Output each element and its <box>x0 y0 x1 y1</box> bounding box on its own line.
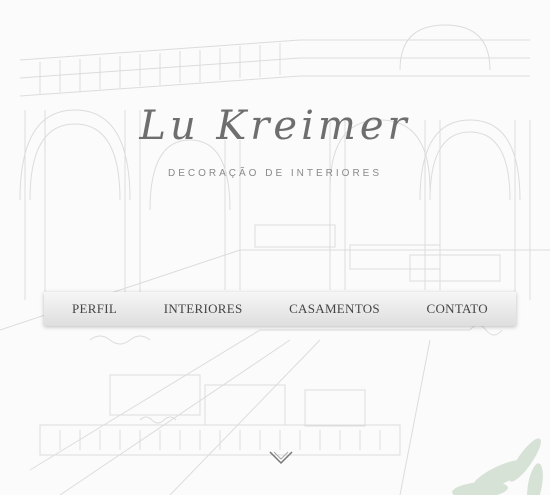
brand-logo[interactable]: Lu Kreimer DECORAÇÃO DE INTERIORES <box>0 100 550 179</box>
brand-tagline: DECORAÇÃO DE INTERIORES <box>167 168 383 179</box>
nav-item-perfil[interactable]: PERFIL <box>72 301 117 317</box>
nav-item-contato[interactable]: CONTATO <box>426 301 488 317</box>
plant-leaves-decoration <box>452 438 543 495</box>
main-navigation: PERFIL INTERIORES CASAMENTOS CONTATO <box>44 292 516 326</box>
nav-item-casamentos[interactable]: CASAMENTOS <box>289 301 380 317</box>
nav-item-interiores[interactable]: INTERIORES <box>164 301 243 317</box>
chevron-down-icon[interactable] <box>268 450 294 466</box>
brand-name: Lu Kreimer <box>139 103 411 149</box>
